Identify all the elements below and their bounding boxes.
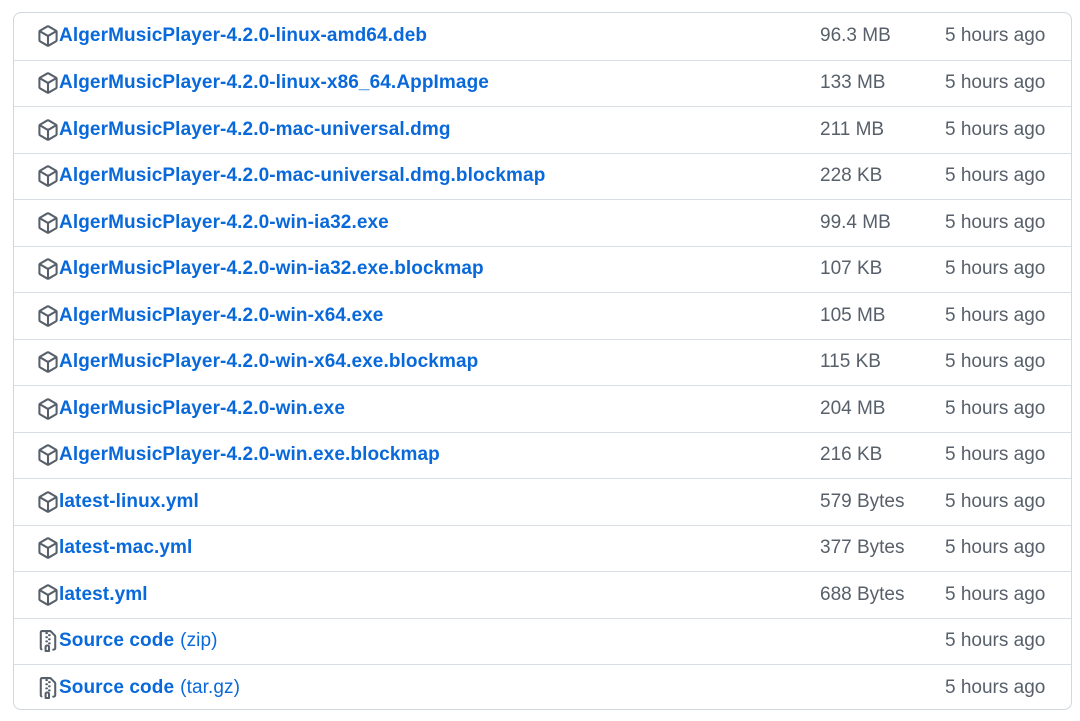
- asset-download-link[interactable]: AlgerMusicPlayer-4.2.0-mac-universal.dmg: [59, 107, 451, 153]
- package-icon: [38, 304, 58, 327]
- package-icon: [38, 72, 58, 95]
- asset-timestamp: 5 hours ago: [945, 304, 1046, 326]
- asset-row: AlgerMusicPlayer-4.2.0-win-ia32.exe 99.4…: [14, 199, 1071, 246]
- asset-name: AlgerMusicPlayer-4.2.0-win.exe.blockmap: [59, 444, 440, 466]
- asset-timestamp: 5 hours ago: [945, 630, 1046, 652]
- asset-row: AlgerMusicPlayer-4.2.0-mac-universal.dmg…: [14, 106, 1071, 153]
- source-code-zip-link[interactable]: Source code (zip): [59, 619, 218, 665]
- asset-name: latest.yml: [59, 583, 148, 605]
- asset-name: AlgerMusicPlayer-4.2.0-win-ia32.exe.bloc…: [59, 258, 484, 280]
- asset-row: latest.yml 688 Bytes 5 hours ago: [14, 571, 1071, 618]
- asset-name: AlgerMusicPlayer-4.2.0-win-ia32.exe: [59, 211, 389, 233]
- asset-size: 105 MB: [820, 304, 886, 326]
- package-icon: [38, 165, 58, 188]
- asset-timestamp: 5 hours ago: [945, 676, 1046, 698]
- asset-row: AlgerMusicPlayer-4.2.0-win-ia32.exe.bloc…: [14, 245, 1071, 293]
- asset-name: AlgerMusicPlayer-4.2.0-win-x64.exe: [59, 304, 384, 326]
- asset-download-link[interactable]: AlgerMusicPlayer-4.2.0-win-x64.exe: [59, 293, 383, 339]
- asset-row: AlgerMusicPlayer-4.2.0-linux-amd64.deb 9…: [14, 13, 1071, 60]
- asset-format: (zip): [180, 630, 218, 652]
- asset-row: Source code (tar.gz) 5 hours ago: [14, 664, 1071, 709]
- asset-size: 204 MB: [820, 397, 886, 419]
- package-icon: [38, 211, 58, 234]
- asset-name: AlgerMusicPlayer-4.2.0-linux-x86_64.AppI…: [59, 72, 489, 94]
- package-icon: [38, 397, 58, 420]
- package-icon: [38, 258, 58, 281]
- asset-size: 688 Bytes: [820, 583, 905, 605]
- asset-name: AlgerMusicPlayer-4.2.0-mac-universal.dmg: [59, 118, 451, 140]
- asset-download-link[interactable]: latest.yml: [59, 572, 148, 618]
- asset-name: Source code: [59, 630, 175, 652]
- asset-size: 216 KB: [820, 444, 883, 466]
- file-zip-icon: [39, 630, 57, 653]
- asset-timestamp: 5 hours ago: [945, 211, 1046, 233]
- asset-row: AlgerMusicPlayer-4.2.0-win-x64.exe 105 M…: [14, 292, 1071, 339]
- asset-size: 133 MB: [820, 72, 886, 94]
- asset-download-link[interactable]: AlgerMusicPlayer-4.2.0-win-ia32.exe: [59, 200, 389, 246]
- asset-size: 99.4 MB: [820, 211, 891, 233]
- asset-size: 228 KB: [820, 165, 883, 187]
- asset-row: AlgerMusicPlayer-4.2.0-win.exe.blockmap …: [14, 431, 1071, 479]
- asset-name: AlgerMusicPlayer-4.2.0-win-x64.exe.block…: [59, 351, 479, 373]
- package-icon: [38, 537, 58, 560]
- asset-row: latest-mac.yml 377 Bytes 5 hours ago: [14, 524, 1071, 572]
- asset-row: AlgerMusicPlayer-4.2.0-win.exe 204 MB 5 …: [14, 385, 1071, 432]
- asset-timestamp: 5 hours ago: [945, 351, 1046, 373]
- asset-name: latest-mac.yml: [59, 537, 193, 559]
- asset-download-link[interactable]: AlgerMusicPlayer-4.2.0-mac-universal.dmg…: [59, 154, 545, 200]
- asset-name: AlgerMusicPlayer-4.2.0-linux-amd64.deb: [59, 25, 428, 47]
- asset-download-link[interactable]: AlgerMusicPlayer-4.2.0-win.exe: [59, 386, 345, 432]
- asset-timestamp: 5 hours ago: [945, 490, 1046, 512]
- asset-timestamp: 5 hours ago: [945, 583, 1046, 605]
- asset-size: 96.3 MB: [820, 25, 891, 47]
- asset-row: Source code (zip) 5 hours ago: [14, 617, 1071, 665]
- asset-download-link[interactable]: AlgerMusicPlayer-4.2.0-win.exe.blockmap: [59, 433, 440, 479]
- asset-name: AlgerMusicPlayer-4.2.0-mac-universal.dmg…: [59, 165, 546, 187]
- package-icon: [38, 583, 58, 606]
- asset-row: AlgerMusicPlayer-4.2.0-linux-x86_64.AppI…: [14, 59, 1071, 107]
- package-icon: [38, 118, 58, 141]
- package-icon: [38, 351, 58, 374]
- asset-name: latest-linux.yml: [59, 490, 199, 512]
- package-icon: [38, 444, 58, 467]
- asset-row: AlgerMusicPlayer-4.2.0-win-x64.exe.block…: [14, 338, 1071, 386]
- asset-size: 377 Bytes: [820, 537, 905, 559]
- file-zip-icon: [39, 676, 57, 699]
- asset-timestamp: 5 hours ago: [945, 258, 1046, 280]
- source-code-targz-link[interactable]: Source code (tar.gz): [59, 665, 241, 709]
- asset-download-link[interactable]: latest-mac.yml: [59, 526, 192, 572]
- asset-size: 115 KB: [820, 351, 881, 373]
- asset-format: (tar.gz): [180, 676, 241, 698]
- asset-timestamp: 5 hours ago: [945, 444, 1046, 466]
- asset-name: Source code: [59, 676, 175, 698]
- package-icon: [38, 25, 58, 48]
- release-assets-list: AlgerMusicPlayer-4.2.0-linux-amd64.deb 9…: [13, 12, 1072, 710]
- asset-download-link[interactable]: AlgerMusicPlayer-4.2.0-win-ia32.exe.bloc…: [59, 247, 484, 293]
- asset-name: AlgerMusicPlayer-4.2.0-win.exe: [59, 397, 346, 419]
- package-icon: [38, 490, 58, 513]
- asset-download-link[interactable]: AlgerMusicPlayer-4.2.0-win-x64.exe.block…: [59, 340, 478, 386]
- asset-download-link[interactable]: AlgerMusicPlayer-4.2.0-linux-x86_64.AppI…: [59, 61, 489, 107]
- asset-timestamp: 5 hours ago: [945, 118, 1046, 140]
- asset-size: 579 Bytes: [820, 490, 905, 512]
- asset-download-link[interactable]: AlgerMusicPlayer-4.2.0-linux-amd64.deb: [59, 13, 427, 60]
- asset-timestamp: 5 hours ago: [945, 72, 1046, 94]
- asset-size: 211 MB: [820, 118, 885, 140]
- asset-timestamp: 5 hours ago: [945, 537, 1046, 559]
- asset-timestamp: 5 hours ago: [945, 165, 1046, 187]
- asset-download-link[interactable]: latest-linux.yml: [59, 479, 199, 525]
- asset-row: AlgerMusicPlayer-4.2.0-mac-universal.dmg…: [14, 152, 1071, 200]
- asset-timestamp: 5 hours ago: [945, 25, 1046, 47]
- asset-size: 107 KB: [820, 258, 883, 280]
- asset-timestamp: 5 hours ago: [945, 397, 1046, 419]
- asset-row: latest-linux.yml 579 Bytes 5 hours ago: [14, 478, 1071, 525]
